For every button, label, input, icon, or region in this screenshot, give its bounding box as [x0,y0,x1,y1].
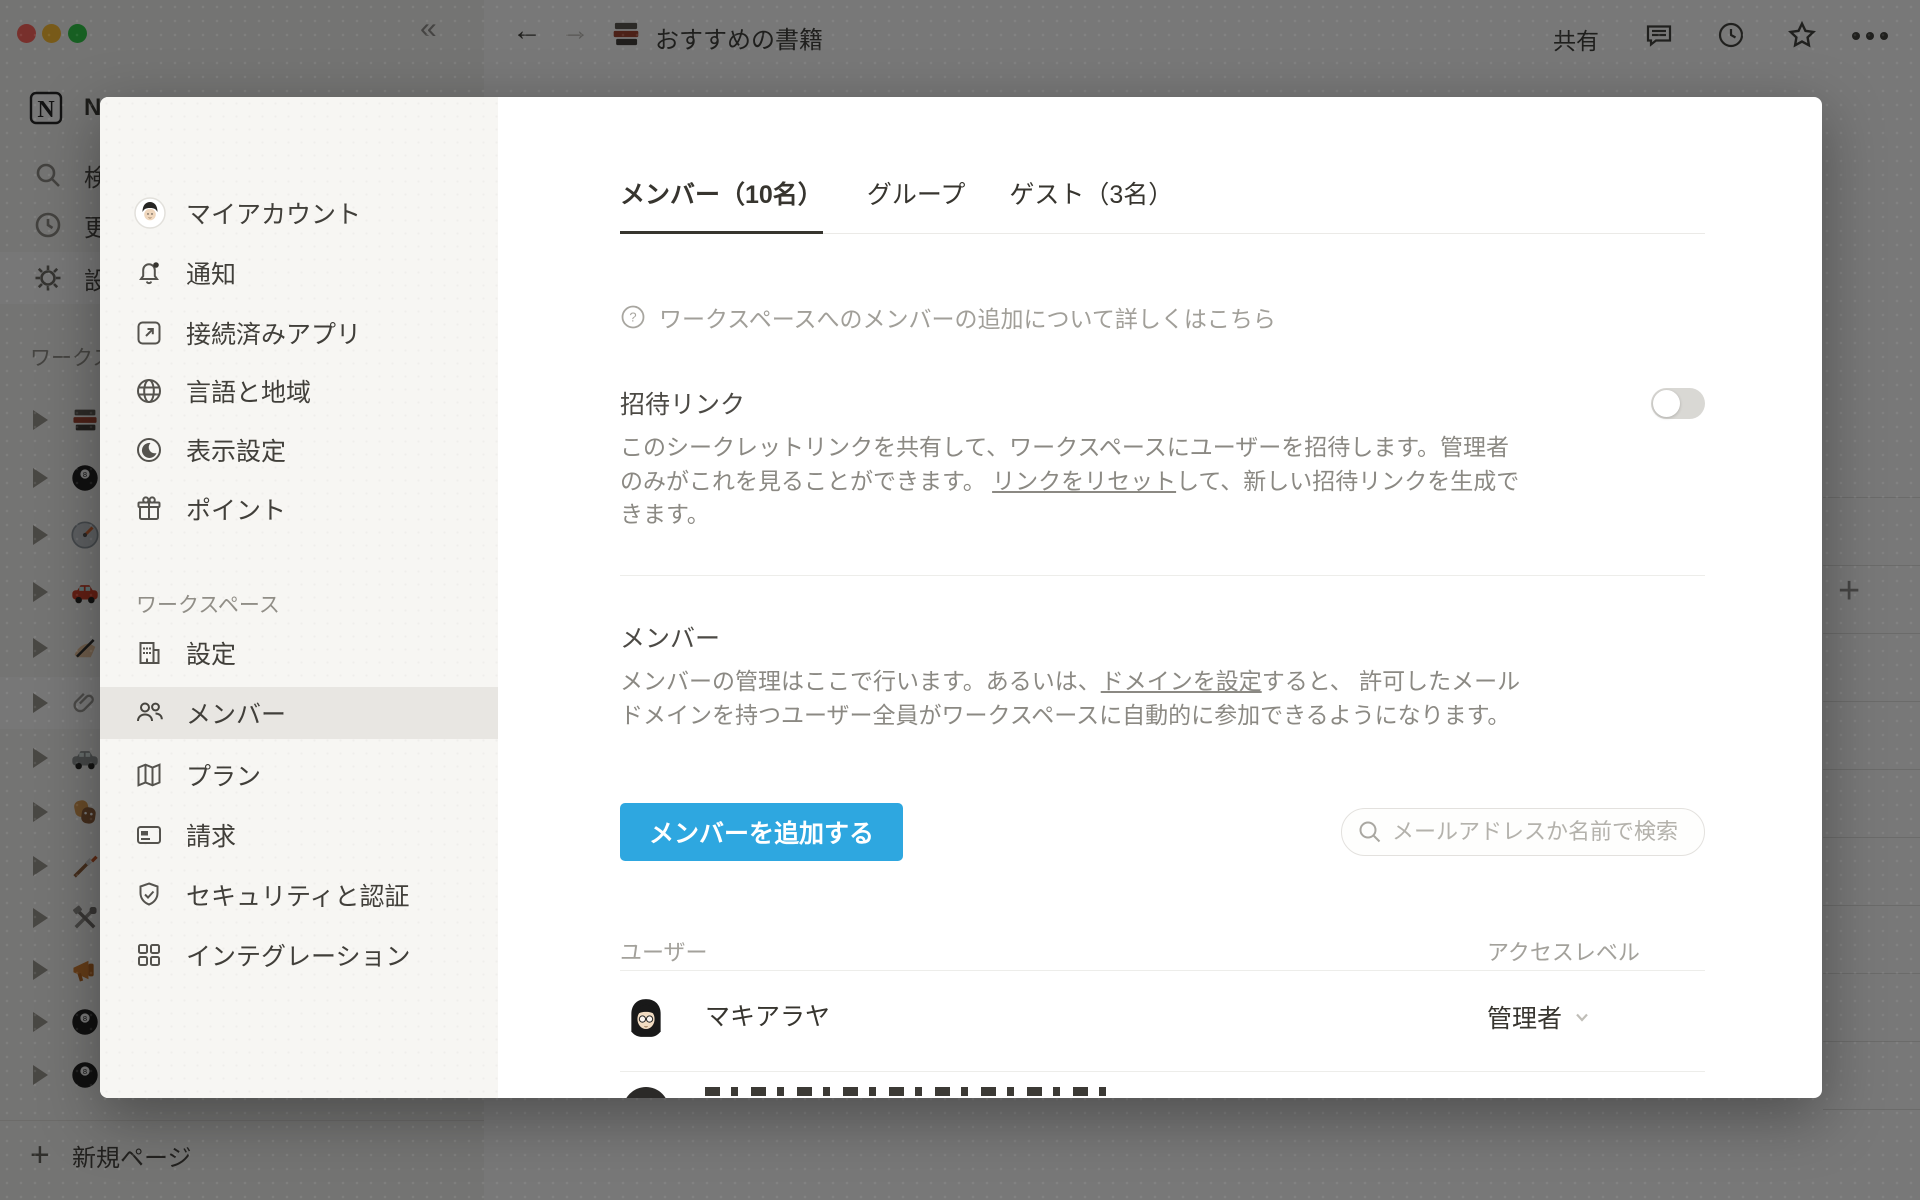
shield-check-icon [134,880,164,910]
settings-item-label: 表示設定 [186,432,286,468]
credit-card-icon [134,820,164,850]
user-avatar [134,197,166,229]
help-link[interactable]: ? ワークスペースへのメンバーの追加について詳しくはこちら [620,300,1705,334]
settings-dialog: マイアカウント 通知 接続済みアプリ 言語と地域 表示設定 [100,97,1822,1098]
settings-item-label: 請求 [186,817,236,853]
settings-item-points[interactable]: ポイント [100,483,498,535]
settings-item-notifications[interactable]: 通知 [100,247,498,299]
access-level-dropdown[interactable]: 管理者 [1487,999,1592,1035]
member-row-partial [620,1087,1705,1098]
access-level-value: 管理者 [1487,999,1562,1035]
member-search-input[interactable] [1341,808,1705,856]
member-avatar [623,995,669,1041]
settings-item-label: 言語と地域 [186,373,311,409]
settings-item-members[interactable]: メンバー [100,687,498,739]
question-circle-icon: ? [620,304,646,330]
settings-item-plans[interactable]: プラン [100,749,498,801]
invite-link-description: このシークレットリンクを共有して、ワークスペースにユーザーを招待します。管理者の… [620,431,1525,532]
tab-groups[interactable]: グループ [867,175,966,233]
grid-icon [134,940,164,970]
table-row-divider [620,1071,1705,1072]
bell-icon [134,258,164,288]
invite-link-header: 招待リンク [620,385,1705,421]
section-divider [620,575,1705,576]
settings-item-billing[interactable]: 請求 [100,809,498,861]
reset-link[interactable]: リンクをリセット [992,468,1176,494]
moon-icon [134,435,164,465]
member-avatar [623,1087,669,1098]
column-header-access: アクセスレベル [1487,935,1640,967]
member-search [1341,808,1705,856]
search-icon [1357,819,1383,845]
people-icon [134,697,166,729]
members-tabs: メンバー（10名） グループ ゲスト（3名） [620,175,1705,234]
settings-item-label: 接続済みアプリ [186,315,361,351]
settings-item-appearance[interactable]: 表示設定 [100,424,498,476]
building-icon [134,638,164,668]
members-description: メンバーの管理はここで行います。あるいは、ドメインを設定すると、 許可したメール… [620,665,1525,732]
gift-icon [134,494,164,524]
settings-content: メンバー（10名） グループ ゲスト（3名） ? ワークスペースへのメンバーの追… [498,97,1822,1098]
settings-item-label: マイアカウント [186,195,361,231]
add-member-button[interactable]: メンバーを追加する [620,803,903,861]
member-name-clipped [705,1087,1115,1096]
members-desc-text: メンバーの管理はここで行います。あるいは、 [620,668,1101,694]
settings-item-label: セキュリティと認証 [186,877,410,913]
member-row: マキアラヤ 管理者 [620,971,1705,1071]
members-toolbar: メンバーを追加する [620,803,1705,861]
svg-text:?: ? [629,310,636,325]
settings-item-settings[interactable]: 設定 [100,627,498,679]
settings-item-label: ポイント [186,491,286,527]
settings-sidebar: マイアカウント 通知 接続済みアプリ 言語と地域 表示設定 [100,97,498,1098]
members-heading: メンバー [620,619,720,655]
column-header-user: ユーザー [620,940,708,965]
help-link-text: ワークスペースへのメンバーの追加について詳しくはこちら [659,300,1276,334]
tab-guests[interactable]: ゲスト（3名） [1009,175,1173,233]
settings-section-workspace: ワークスペース [136,589,280,619]
settings-item-security[interactable]: セキュリティと認証 [100,869,498,921]
settings-item-label: 設定 [186,635,236,671]
settings-item-label: プラン [186,757,261,793]
set-domain-link[interactable]: ドメインを設定 [1101,668,1262,694]
settings-item-label: インテグレーション [186,937,411,973]
chevron-down-icon [1572,1007,1592,1027]
settings-item-label: 通知 [186,255,236,291]
tab-members[interactable]: メンバー（10名） [620,175,823,234]
settings-item-label: メンバー [186,695,286,731]
toggle-knob [1653,390,1680,417]
invite-link-heading: 招待リンク [620,385,745,421]
settings-item-integrations[interactable]: インテグレーション [100,929,498,981]
map-icon [134,760,164,790]
settings-item-my-account[interactable]: マイアカウント [100,187,498,239]
members-table-header: ユーザー アクセスレベル [620,935,1705,967]
external-link-icon [134,318,164,348]
settings-item-connected-apps[interactable]: 接続済みアプリ [100,307,498,359]
settings-item-language-region[interactable]: 言語と地域 [100,365,498,417]
member-name: マキアラヤ [705,997,830,1033]
invite-link-toggle[interactable] [1651,388,1705,419]
globe-icon [134,376,164,406]
